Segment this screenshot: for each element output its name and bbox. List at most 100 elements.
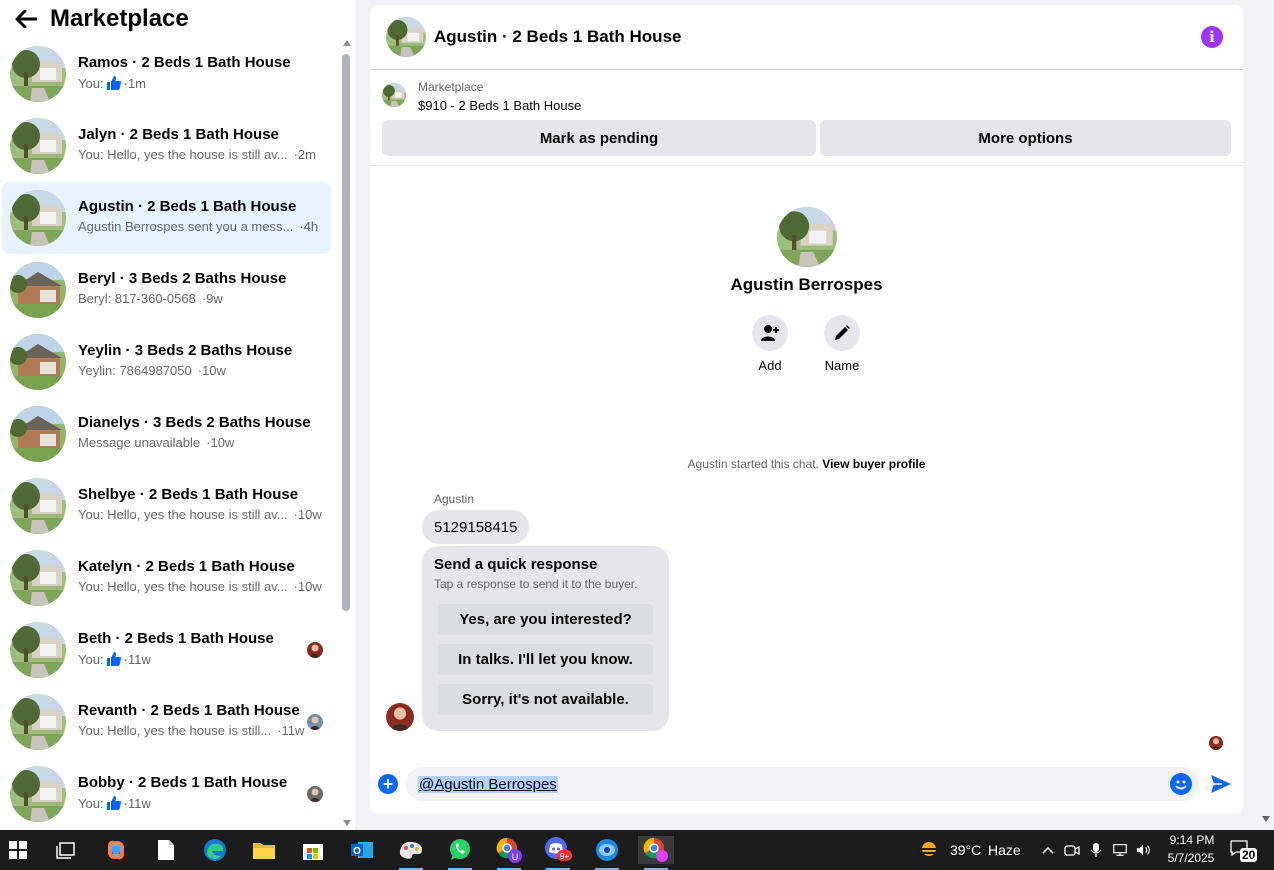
message-bubble[interactable]: 5129158415 [422, 510, 530, 544]
conversation-title: Bobby · 2 Beds 1 Bath House [78, 774, 288, 791]
microphone-icon [1090, 843, 1102, 857]
message-input-text[interactable]: @Agustin Berrospes [418, 776, 558, 793]
conversation-item[interactable]: Agustin · 2 Beds 1 Bath House Agustin Ber… [2, 182, 331, 254]
chrome-badge: U [512, 852, 519, 862]
nickname-button[interactable]: Name [812, 315, 872, 373]
mark-as-pending-button[interactable]: Mark as pending [382, 120, 816, 156]
quick-response-card: Send a quick response Tap a response to … [422, 546, 669, 731]
edge-app[interactable] [201, 836, 229, 864]
conversation-avatar [10, 334, 66, 390]
add-label: Add [758, 358, 782, 373]
volume-button[interactable] [1136, 842, 1152, 858]
microsoft-store-app[interactable] [299, 836, 327, 864]
quick-response-button[interactable]: Sorry, it's not available. [438, 684, 653, 715]
scrollbar-thumb[interactable] [342, 54, 350, 611]
add-contact-button[interactable]: Add [740, 315, 800, 373]
chat-avatar[interactable] [386, 17, 426, 57]
conversation-item[interactable]: Dianelys · 3 Beds 2 Baths House Message u… [2, 398, 331, 470]
more-actions-button[interactable]: + [378, 774, 398, 794]
store-icon [303, 844, 323, 860]
conversation-item[interactable]: Shelbye · 2 Beds 1 Bath House You: Hello,… [2, 470, 331, 542]
window-scroll-down-arrow[interactable] [1262, 816, 1270, 822]
more-options-button[interactable]: More options [820, 120, 1231, 156]
house-photo-icon [10, 46, 66, 102]
notepad-app[interactable] [152, 836, 180, 864]
clock-time[interactable]: 9:14 PM [1167, 833, 1217, 847]
camera-in-use-button[interactable] [1064, 842, 1080, 858]
info-button[interactable]: i [1201, 26, 1223, 48]
sidebar-scrollbar[interactable] [340, 40, 354, 830]
conversation-preview: Message unavailable ·10w [78, 435, 234, 450]
scroll-up-arrow[interactable] [343, 40, 351, 46]
profile-avatar[interactable] [777, 207, 837, 267]
conversation-item[interactable]: Jalyn · 2 Beds 1 Bath House You: Hello, y… [2, 110, 331, 182]
chat-title[interactable]: Agustin · 2 Beds 1 Bath House [434, 27, 681, 47]
read-receipt-avatar [307, 786, 323, 802]
preview-time: ·10w [206, 435, 235, 450]
conversation-preview: You: Hello, yes the house is still av...… [78, 507, 322, 522]
sender-avatar[interactable] [386, 703, 414, 731]
emoji-button[interactable] [1170, 773, 1192, 795]
person-photo-icon [307, 642, 323, 658]
show-hidden-icons-button[interactable] [1040, 842, 1056, 858]
house-photo-icon [10, 550, 66, 606]
scroll-down-arrow[interactable] [343, 820, 351, 826]
conversation-item[interactable]: Ramos · 2 Beds 1 Bath House You: ·1m [2, 38, 331, 110]
quick-response-button[interactable]: In talks. I'll let you know. [438, 644, 653, 675]
file-explorer-app[interactable] [250, 836, 278, 864]
thumbs-up-icon [106, 796, 121, 810]
blue-app[interactable] [593, 836, 621, 870]
paint-app[interactable] [397, 836, 425, 870]
preview-time: ·11w [123, 795, 151, 811]
listing-thumbnail[interactable] [382, 83, 406, 107]
send-button[interactable] [1209, 773, 1233, 795]
conversation-avatar [10, 406, 66, 462]
quick-response-subtitle: Tap a response to send it to the buyer. [434, 577, 638, 591]
quick-response-title: Send a quick response [434, 556, 598, 573]
whatsapp-app[interactable] [446, 836, 474, 870]
house-photo-icon [10, 118, 66, 174]
conversation-item[interactable]: Beryl · 3 Beds 2 Baths House Beryl: 817-3… [2, 254, 331, 326]
copilot-app[interactable] [102, 836, 130, 864]
quick-response-button[interactable]: Yes, are you interested? [438, 604, 653, 635]
windows-logo-icon [9, 841, 27, 859]
clock-date[interactable]: 5/7/2025 [1163, 851, 1219, 865]
chrome-app-active[interactable] [638, 836, 674, 870]
listing-name[interactable]: $910 - 2 Beds 1 Bath House [418, 98, 581, 113]
conversation-item[interactable]: Bobby · 2 Beds 1 Bath House You: ·11w [2, 758, 331, 830]
preview-time: ·10w [197, 363, 226, 378]
chrome-profile-app[interactable]: U [495, 836, 523, 870]
start-button[interactable] [4, 836, 32, 864]
task-view-button[interactable] [52, 836, 80, 864]
weather-temperature[interactable]: 39°C [950, 842, 981, 858]
preview-prefix: You: [78, 795, 104, 811]
outlook-app[interactable]: O [348, 836, 376, 864]
pencil-icon [835, 325, 850, 340]
smiley-icon [1171, 774, 1191, 794]
conversation-item[interactable]: Beth · 2 Beds 1 Bath House You: ·11w [2, 614, 331, 686]
conversation-title: Agustin · 2 Beds 1 Bath House [78, 198, 297, 215]
discord-app[interactable]: 9+ [544, 836, 572, 870]
microphone-button[interactable] [1088, 842, 1104, 858]
conversation-title: Ramos · 2 Beds 1 Bath House [78, 54, 291, 71]
sidebar-title: Marketplace [50, 5, 189, 32]
network-button[interactable] [1112, 842, 1128, 858]
back-button[interactable] [8, 1, 44, 37]
view-buyer-profile-link[interactable]: View buyer profile [822, 457, 925, 471]
conversation-item[interactable]: Revanth · 2 Beds 1 Bath House You: Hello,… [2, 686, 331, 758]
conversation-avatar [10, 694, 66, 750]
conversation-item[interactable]: Katelyn · 2 Beds 1 Bath House You: Hello,… [2, 542, 331, 614]
seen-indicator-avatar [1209, 736, 1223, 750]
weather-condition[interactable]: Haze [988, 842, 1021, 858]
notification-count: 20 [1240, 848, 1258, 862]
conversation-avatar [10, 118, 66, 174]
house-photo-icon [10, 190, 66, 246]
started-text: Agustin started this chat. [687, 457, 819, 471]
house-photo-icon [10, 622, 66, 678]
conversation-preview: You: ·11w [78, 795, 151, 811]
preview-text: You: Hello, yes the house is still av... [78, 579, 288, 594]
chrome-icon [643, 837, 668, 862]
conversation-item[interactable]: Yeylin · 3 Beds 2 Baths House Yeylin: 786… [2, 326, 331, 398]
chat-header: Agustin · 2 Beds 1 Bath House i [370, 5, 1243, 70]
discord-badge: 9+ [560, 852, 569, 861]
